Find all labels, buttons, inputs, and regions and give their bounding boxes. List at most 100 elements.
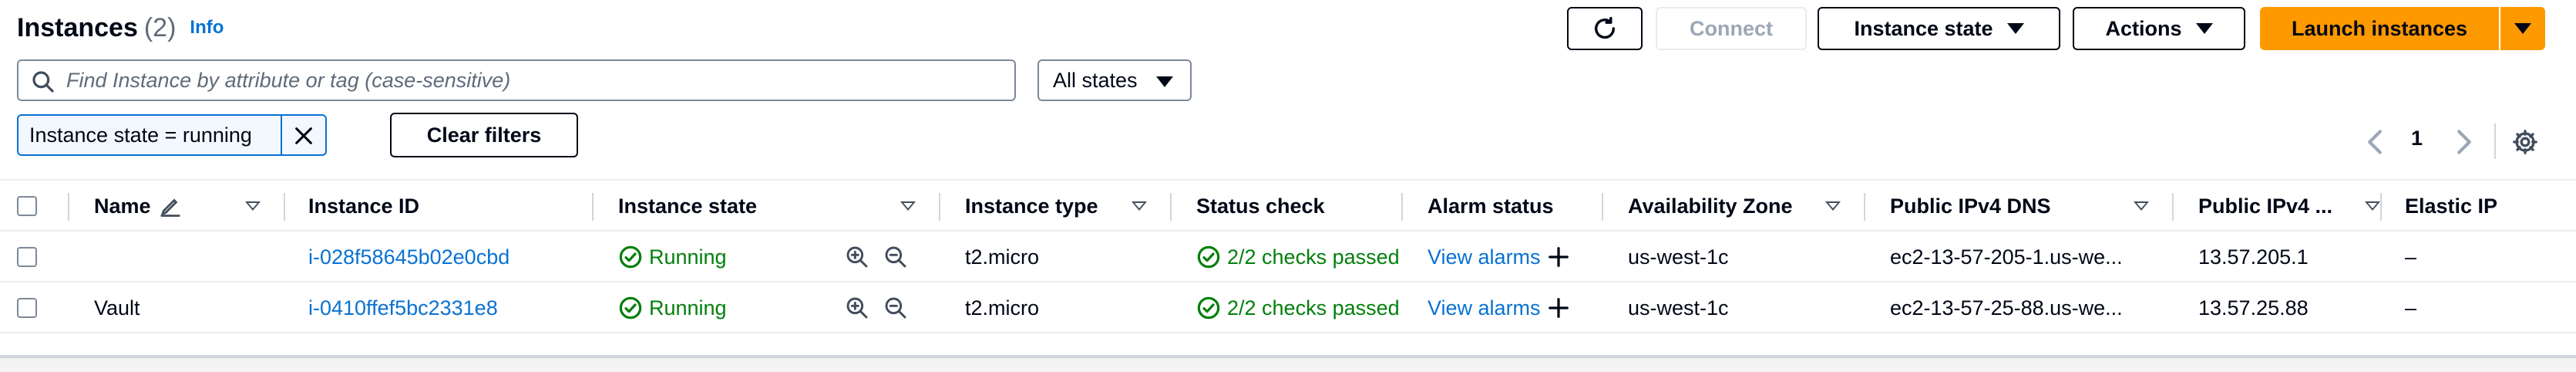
instance-state-label: Instance state <box>1854 16 1993 40</box>
cell-public-ipv4-dns: ec2-13-57-205-1.us-we... <box>1890 245 2123 269</box>
gear-icon[interactable] <box>2511 128 2539 156</box>
panel-footer <box>0 358 2576 372</box>
column-header-name[interactable]: Name <box>94 181 182 232</box>
refresh-icon <box>1594 16 1616 39</box>
connect-button[interactable]: Connect <box>1656 7 1807 50</box>
filter-token-label: Instance state = running <box>29 123 252 147</box>
row-checkbox[interactable] <box>17 247 37 267</box>
chevron-left-icon[interactable] <box>2366 129 2383 155</box>
view-alarms-link[interactable]: View alarms <box>1428 245 1541 269</box>
caret-down-icon <box>2195 23 2213 34</box>
state-filter-value: All states <box>1053 68 1138 92</box>
cell-public-ipv4-dns: ec2-13-57-25-88.us-we... <box>1890 296 2123 320</box>
search-input[interactable] <box>66 68 1014 93</box>
column-divider <box>2380 193 2382 221</box>
page-title-text: Instances <box>17 12 138 42</box>
zoom-in-icon[interactable] <box>845 296 869 320</box>
sort-icon[interactable] <box>2134 201 2149 211</box>
sort-icon[interactable] <box>2365 201 2380 211</box>
sort-icon[interactable] <box>1825 201 1841 211</box>
check-circle-icon <box>1197 245 1220 269</box>
column-header-public-ipv4-dns[interactable]: Public IPv4 DNS <box>1890 181 2051 232</box>
cell-status-check: 2/2 checks passed <box>1196 282 1404 333</box>
page-title: Instances (2) Info <box>17 9 224 46</box>
search-box[interactable] <box>17 59 1016 101</box>
state-filter-select[interactable]: All states <box>1037 59 1192 101</box>
launch-dropdown-button[interactable] <box>2500 7 2545 50</box>
cell-name: Vault <box>94 296 140 320</box>
select-all-checkbox[interactable] <box>17 196 37 216</box>
chevron-right-icon[interactable] <box>2456 129 2473 155</box>
cell-elastic-ip: – <box>2405 296 2417 320</box>
column-header-instance-type[interactable]: Instance type <box>965 181 1098 232</box>
instance-state-button[interactable]: Instance state <box>1818 7 2060 50</box>
sort-icon[interactable] <box>245 201 261 211</box>
column-header-alarm-status[interactable]: Alarm status <box>1428 181 1554 232</box>
launch-instances-button[interactable]: Launch instances <box>2260 7 2499 50</box>
column-header-name-label: Name <box>94 194 151 218</box>
cell-instance-id[interactable]: i-0410ffef5bc2331e8 <box>308 282 586 333</box>
plus-icon[interactable] <box>1547 245 1570 269</box>
zoom-in-icon[interactable] <box>845 245 869 269</box>
instance-count: (2) <box>143 12 177 42</box>
sort-icon[interactable] <box>1132 201 1147 211</box>
cell-public-ipv4: 13.57.25.88 <box>2198 296 2309 320</box>
column-header-public-ipv4[interactable]: Public IPv4 ... <box>2198 181 2332 232</box>
column-header-status-check[interactable]: Status check <box>1196 181 1325 232</box>
clear-filters-button[interactable]: Clear filters <box>390 113 578 157</box>
column-divider <box>1602 193 1603 221</box>
cell-instance-state: Running <box>618 282 819 333</box>
state-text: Running <box>649 245 727 269</box>
cell-status-check: 2/2 checks passed <box>1196 232 1404 282</box>
info-link[interactable]: Info <box>190 17 224 39</box>
cell-availability-zone: us-west-1c <box>1628 245 1729 269</box>
row-checkbox[interactable] <box>17 298 37 318</box>
refresh-button[interactable] <box>1567 7 1643 50</box>
column-divider <box>592 193 594 221</box>
column-divider <box>1401 193 1403 221</box>
zoom-out-icon[interactable] <box>883 245 908 269</box>
column-header-instance-id[interactable]: Instance ID <box>308 181 419 232</box>
cell-public-ipv4: 13.57.205.1 <box>2198 245 2309 269</box>
edit-icon <box>160 198 180 217</box>
column-header-availability-zone[interactable]: Availability Zone <box>1628 181 1793 232</box>
cell-alarm-status: View alarms <box>1428 282 1597 333</box>
column-divider <box>1170 193 1172 221</box>
sort-icon[interactable] <box>900 201 916 211</box>
column-divider <box>939 193 940 221</box>
close-icon[interactable] <box>293 125 314 147</box>
cell-availability-zone: us-west-1c <box>1628 296 1729 320</box>
check-circle-icon <box>619 245 642 269</box>
table-row[interactable]: Vault i-0410ffef5bc2331e8 Running t2.mic… <box>0 281 2576 332</box>
check-circle-icon <box>619 296 642 320</box>
column-divider <box>1864 193 1865 221</box>
table-row[interactable]: i-028f58645b02e0cbd Running t2.micro 2/2… <box>0 230 2576 281</box>
table-header: Name Instance ID Instance state Instance… <box>0 179 2576 230</box>
caret-down-icon <box>2514 23 2531 34</box>
view-alarms-link[interactable]: View alarms <box>1428 296 1541 320</box>
status-check-text: 2/2 checks passed <box>1227 245 1400 269</box>
state-text: Running <box>649 296 727 320</box>
cell-instance-type: t2.micro <box>965 296 1040 320</box>
table-bottom-border <box>0 332 2576 333</box>
caret-down-icon <box>2006 23 2024 34</box>
caret-down-icon <box>1156 76 1173 87</box>
check-circle-icon <box>1197 296 1220 320</box>
cell-elastic-ip: – <box>2405 245 2417 269</box>
actions-button[interactable]: Actions <box>2073 7 2245 50</box>
page-number[interactable]: 1 <box>2411 127 2423 150</box>
column-header-instance-state[interactable]: Instance state <box>618 181 757 232</box>
status-check-text: 2/2 checks passed <box>1227 296 1400 320</box>
cell-instance-state: Running <box>618 232 819 282</box>
column-divider <box>68 193 69 221</box>
plus-icon[interactable] <box>1547 296 1570 320</box>
column-header-elastic-ip[interactable]: Elastic IP <box>2405 181 2497 232</box>
column-divider <box>284 193 285 221</box>
pager-divider <box>2494 123 2496 159</box>
cell-alarm-status: View alarms <box>1428 232 1597 282</box>
cell-name <box>94 232 279 282</box>
cell-instance-type: t2.micro <box>965 245 1040 269</box>
zoom-out-icon[interactable] <box>883 296 908 320</box>
cell-instance-id[interactable]: i-028f58645b02e0cbd <box>308 232 586 282</box>
column-divider <box>2172 193 2174 221</box>
